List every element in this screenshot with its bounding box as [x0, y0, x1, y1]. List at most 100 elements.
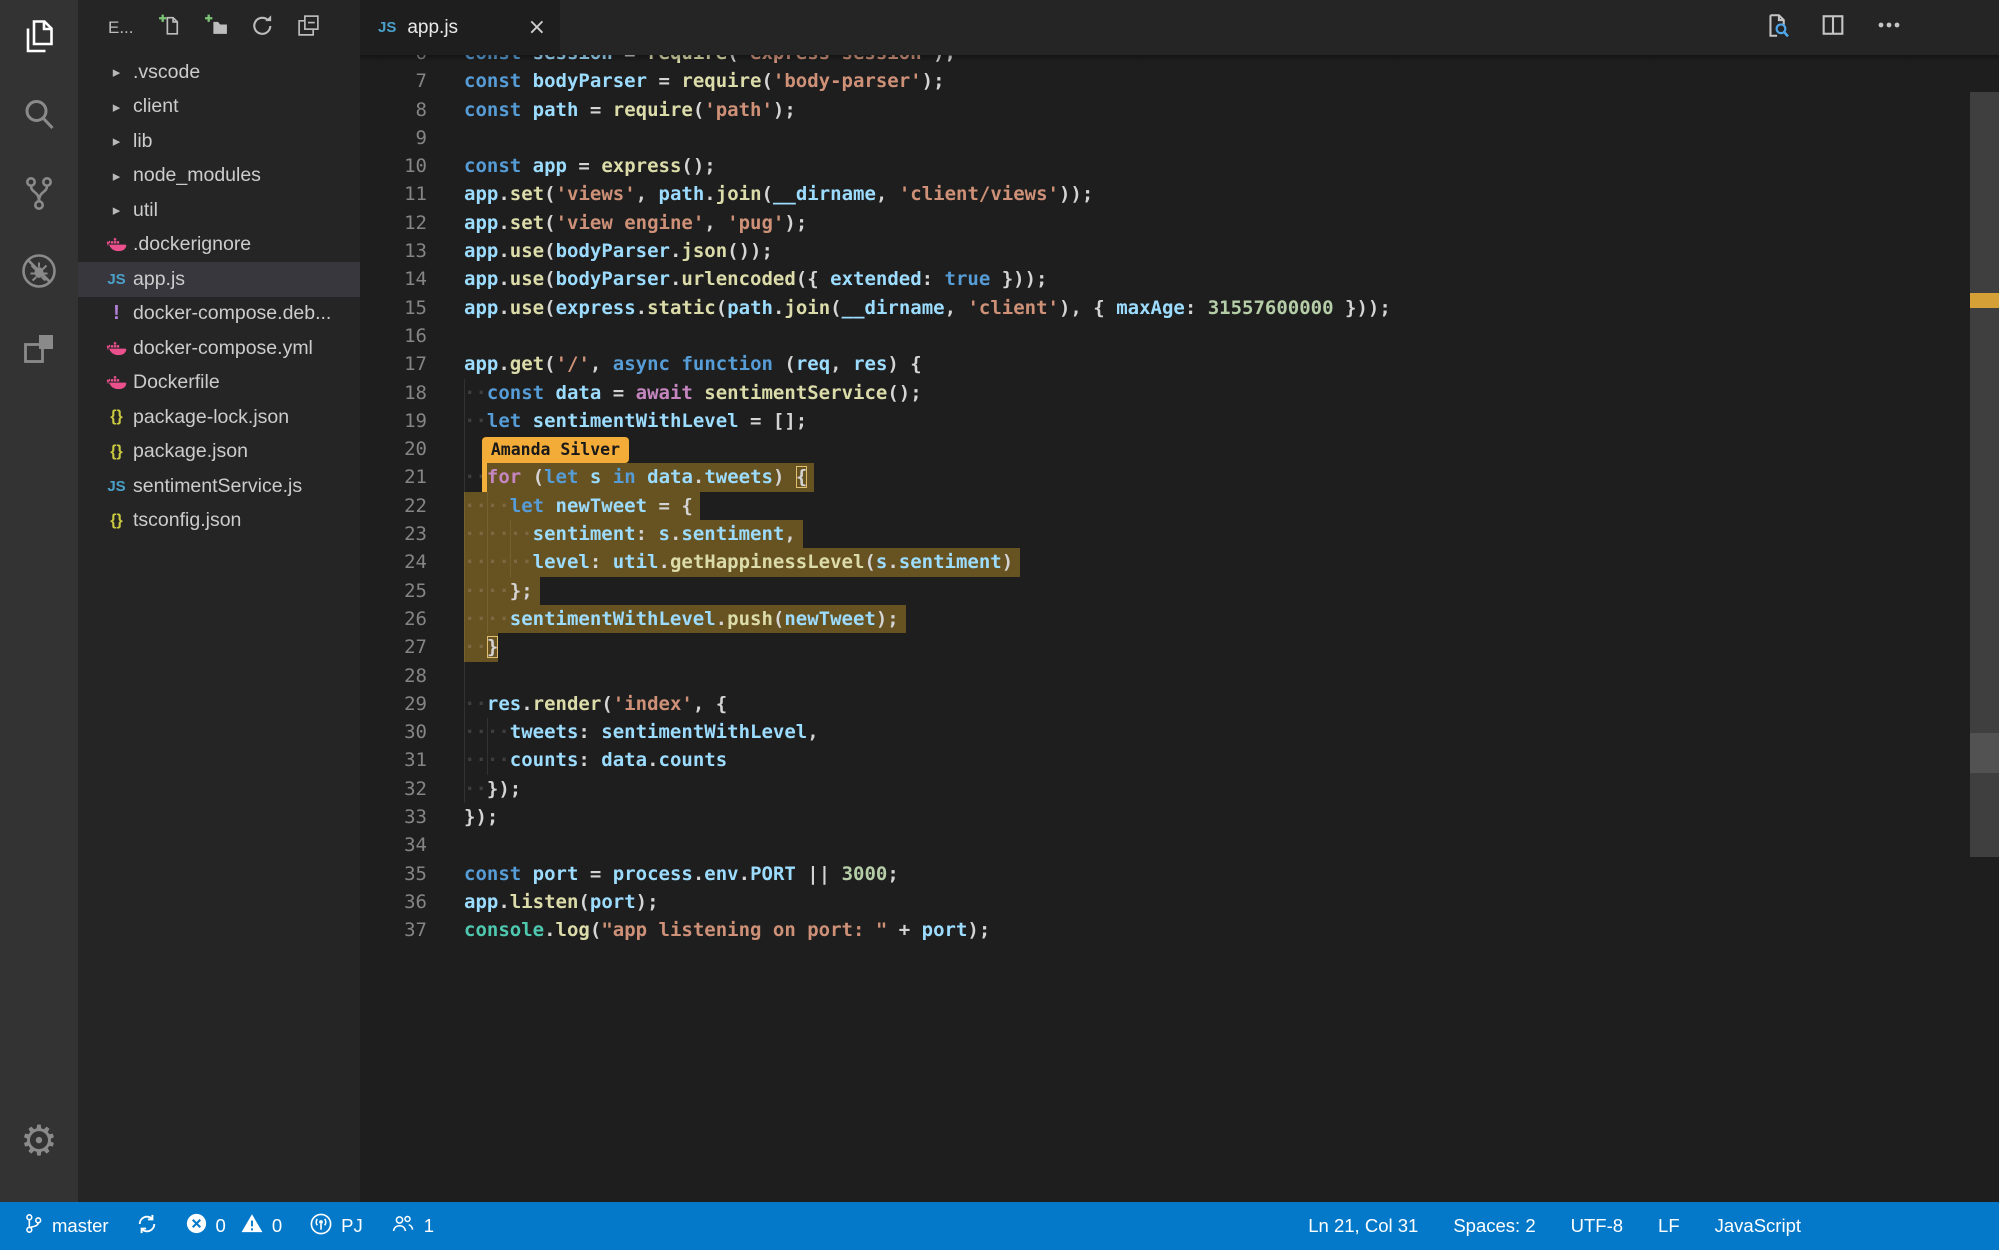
- code-token: .: [773, 297, 784, 319]
- eol-item[interactable]: LF: [1658, 1215, 1680, 1237]
- code-line-content[interactable]: [464, 435, 1970, 463]
- code-line-content[interactable]: ··res.render('index', {: [464, 690, 1970, 718]
- code-line-content[interactable]: ··let sentimentWithLevel = [];: [464, 407, 1970, 435]
- code-token: const: [464, 155, 521, 177]
- code-token: maxAge: [1116, 297, 1185, 319]
- code-token: port: [590, 891, 636, 913]
- code-token: .: [498, 268, 509, 290]
- tree-item-package-lock-json[interactable]: {}package-lock.json: [78, 400, 360, 435]
- sync-button[interactable]: [136, 1213, 158, 1240]
- code-token: app: [464, 268, 498, 290]
- tree-item-sentimentservice-js[interactable]: JSsentimentService.js: [78, 469, 360, 504]
- code-line-content[interactable]: ··});: [464, 775, 1970, 803]
- code-line-content[interactable]: [464, 322, 1970, 350]
- open-preview-button[interactable]: [1762, 11, 1791, 45]
- code-line-content[interactable]: ····};: [464, 577, 1970, 605]
- tree-item--vscode[interactable]: ▸.vscode: [78, 55, 360, 90]
- code-token: 'index': [613, 693, 693, 715]
- manage-button[interactable]: ⚙: [0, 1102, 78, 1180]
- code-token: =: [578, 99, 612, 121]
- code-line-content[interactable]: app.listen(port);: [464, 888, 1970, 916]
- code-line-content[interactable]: ······level: util.getHappinessLevel(s.se…: [464, 548, 1970, 576]
- tree-item-tsconfig-json[interactable]: {}tsconfig.json: [78, 504, 360, 539]
- code-line-content[interactable]: [464, 662, 1970, 690]
- tab-appjs[interactable]: JS app.js ×: [360, 0, 560, 55]
- tree-item-dockerfile[interactable]: Dockerfile: [78, 366, 360, 401]
- code-token: getHappinessLevel: [670, 551, 864, 573]
- code-line-content[interactable]: ····counts: data.counts: [464, 746, 1970, 774]
- more-actions-button[interactable]: [1875, 11, 1903, 44]
- code-editor[interactable]: 6const session = require('express-sessio…: [360, 39, 1970, 945]
- code-line-content[interactable]: const port = process.env.PORT || 3000;: [464, 860, 1970, 888]
- indentation-item[interactable]: Spaces: 2: [1453, 1215, 1535, 1237]
- tree-item-client[interactable]: ▸client: [78, 90, 360, 125]
- refresh-button[interactable]: [250, 15, 275, 40]
- code-line-content[interactable]: });: [464, 803, 1970, 831]
- code-token: async: [613, 353, 670, 375]
- code-line-content[interactable]: [464, 831, 1970, 859]
- whitespace-dots: ··: [464, 466, 487, 488]
- code-line-content[interactable]: ····let newTweet = {: [464, 492, 1970, 520]
- line-number: 22: [360, 492, 464, 520]
- tree-item-app-js[interactable]: JSapp.js: [78, 262, 360, 297]
- code-line-content[interactable]: app.use(bodyParser.urlencoded({ extended…: [464, 265, 1970, 293]
- code-line-content[interactable]: app.set('view engine', 'pug');: [464, 209, 1970, 237]
- code-token: 'body-parser': [773, 70, 922, 92]
- code-line-content[interactable]: [464, 124, 1970, 152]
- new-folder-button[interactable]: [204, 15, 229, 40]
- code-token: static: [647, 297, 716, 319]
- source-control-activity-button[interactable]: [0, 156, 78, 234]
- code-line-content[interactable]: ····sentimentWithLevel.push(newTweet);: [464, 605, 1970, 633]
- code-line-content[interactable]: app.use(express.static(path.join(__dirna…: [464, 294, 1970, 322]
- code-line-content[interactable]: const bodyParser = require('body-parser'…: [464, 67, 1970, 95]
- code-token: ));: [1059, 183, 1093, 205]
- code-token: (: [761, 70, 772, 92]
- code-line-content[interactable]: ··const data = await sentimentService();: [464, 379, 1970, 407]
- tree-item-package-json[interactable]: {}package.json: [78, 435, 360, 470]
- code-line-content[interactable]: console.log("app listening on port: " + …: [464, 916, 1970, 944]
- liveshare-session-item[interactable]: PJ: [309, 1212, 363, 1241]
- code-token: app: [464, 240, 498, 262]
- extensions-activity-button[interactable]: [0, 312, 78, 390]
- git-branch-item[interactable]: master: [23, 1212, 109, 1240]
- participants-item[interactable]: 1: [390, 1212, 434, 1240]
- code-line-content[interactable]: const path = require('path');: [464, 96, 1970, 124]
- problems-item[interactable]: 0 0: [185, 1212, 283, 1240]
- tree-item-util[interactable]: ▸util: [78, 193, 360, 228]
- cursor-position-item[interactable]: Ln 21, Col 31: [1308, 1215, 1418, 1237]
- language-mode-item[interactable]: JavaScript: [1715, 1215, 1801, 1237]
- tree-item-docker-compose-yml[interactable]: docker-compose.yml: [78, 331, 360, 366]
- code-line: 16: [360, 322, 1970, 350]
- code-token: .: [498, 297, 509, 319]
- line-number: 28: [360, 662, 464, 690]
- line-number: 36: [360, 888, 464, 916]
- code-line-content[interactable]: app.set('views', path.join(__dirname, 'c…: [464, 180, 1970, 208]
- search-activity-button[interactable]: [0, 78, 78, 156]
- tree-item-node-modules[interactable]: ▸node_modules: [78, 159, 360, 194]
- code-line-content[interactable]: app.get('/', async function (req, res) {: [464, 350, 1970, 378]
- tree-item--dockerignore[interactable]: .dockerignore: [78, 228, 360, 263]
- new-file-button[interactable]: [158, 15, 183, 40]
- encoding-item[interactable]: UTF-8: [1571, 1215, 1623, 1237]
- collapse-all-button[interactable]: [296, 15, 321, 40]
- source-control-icon: [19, 173, 59, 218]
- code-token: sentiment: [533, 523, 636, 545]
- split-editor-button[interactable]: [1819, 11, 1847, 44]
- explorer-activity-button[interactable]: [0, 0, 78, 78]
- code-token: port: [922, 919, 968, 941]
- code-line-content[interactable]: ····tweets: sentimentWithLevel,: [464, 718, 1970, 746]
- tree-item-docker-compose-deb-[interactable]: !docker-compose.deb...: [78, 297, 360, 332]
- line-number: 13: [360, 237, 464, 265]
- code-line-content[interactable]: ··}: [464, 633, 1970, 661]
- tree-item-lib[interactable]: ▸lib: [78, 124, 360, 159]
- code-line: 19··let sentimentWithLevel = [];: [360, 407, 1970, 435]
- code-line-content[interactable]: ······sentiment: s.sentiment,: [464, 520, 1970, 548]
- code-token: s: [658, 523, 669, 545]
- code-token: ): [773, 466, 796, 488]
- code-line-content[interactable]: app.use(bodyParser.json());: [464, 237, 1970, 265]
- debug-activity-button[interactable]: [0, 234, 78, 312]
- code-line-content[interactable]: ··for (let s in data.tweets) {: [464, 463, 1970, 491]
- close-icon[interactable]: ×: [528, 17, 546, 39]
- code-line-content[interactable]: const app = express();: [464, 152, 1970, 180]
- code-token: [521, 99, 532, 121]
